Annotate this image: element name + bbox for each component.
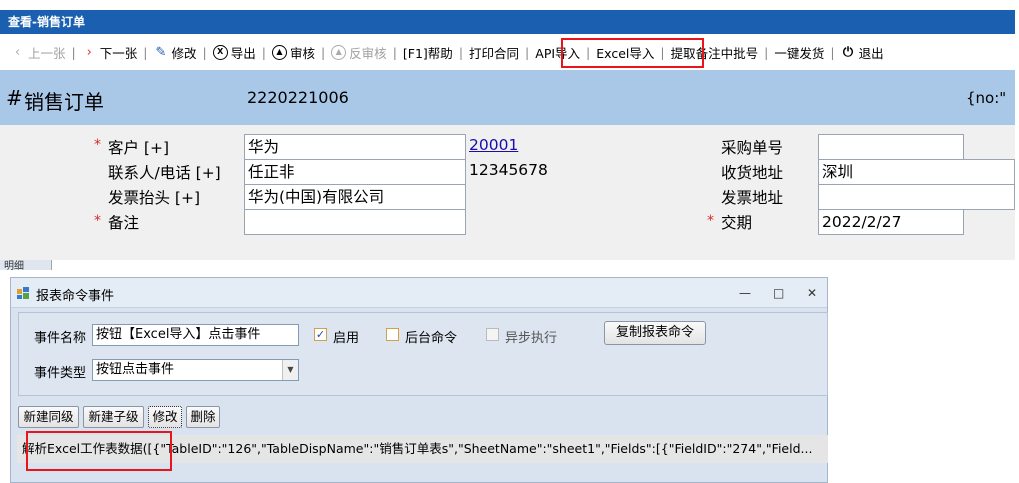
page-title: 销售订单 xyxy=(24,90,104,114)
export-icon: X xyxy=(212,44,228,60)
grid-app-icon xyxy=(17,287,29,299)
customer-field[interactable]: 华为 xyxy=(244,134,466,160)
dialog-title: 报表命令事件 xyxy=(36,289,115,304)
prev-button[interactable]: ‹ 上一张 xyxy=(6,43,70,62)
toolbar-separator: | xyxy=(525,44,530,60)
copy-report-command-button[interactable]: 复制报表命令 xyxy=(604,321,706,345)
window-title-bar: 查看-销售订单 xyxy=(0,10,1015,34)
toolbar-separator: | xyxy=(202,44,207,60)
power-icon: ⏻ xyxy=(842,44,854,60)
event-settings-group: 事件名称 按钮【Excel导入】点击事件 ✓ 启用 后台命令 异步执行 复制报表… xyxy=(18,312,828,396)
toolbar-separator: | xyxy=(392,44,397,60)
invoice-title-field[interactable]: 华为(中国)有限公司 xyxy=(244,184,466,210)
invoice-title-label: 发票抬头 [+] xyxy=(108,189,201,207)
minimize-icon[interactable]: — xyxy=(739,286,751,300)
toolbar-separator: | xyxy=(764,44,769,60)
delivery-date-field[interactable]: 2022/2/27 xyxy=(818,209,964,235)
required-mark: * xyxy=(94,213,101,229)
po-number-label: 采购单号 xyxy=(721,139,784,157)
chevron-left-icon: ‹ xyxy=(14,44,21,60)
edit-icon: ✎ xyxy=(155,44,167,60)
window-title: 查看-销售订单 xyxy=(8,15,85,29)
backend-command-label: 后台命令 xyxy=(405,331,458,346)
chevron-right-icon: › xyxy=(86,44,92,60)
customer-label: 客户 [+] xyxy=(108,139,170,157)
invoice-address-label: 发票地址 xyxy=(721,189,784,207)
modify-button[interactable]: 修改 xyxy=(148,406,182,428)
next-button[interactable]: › 下一张 xyxy=(78,43,142,62)
document-header xyxy=(0,70,1015,125)
required-mark: * xyxy=(94,137,101,153)
enable-checkbox[interactable]: ✓ xyxy=(314,328,327,341)
import-highlight xyxy=(561,38,704,68)
one-click-ship-button[interactable]: 一键发货 xyxy=(770,43,828,62)
print-contract-button[interactable]: 打印合同 xyxy=(465,43,523,62)
contact-label: 联系人/电话 [+] xyxy=(108,164,221,182)
tab-detail[interactable]: 明细 xyxy=(0,260,52,270)
async-exec-checkbox[interactable] xyxy=(486,328,499,341)
backend-command-checkbox[interactable] xyxy=(386,328,399,341)
event-type-label: 事件类型 xyxy=(34,366,87,381)
po-number-field[interactable] xyxy=(818,134,964,160)
delivery-date-label: 交期 xyxy=(721,214,753,232)
toolbar-separator: | xyxy=(830,44,835,60)
event-type-select[interactable]: 按钮点击事件 ▼ xyxy=(92,359,299,381)
delete-button[interactable]: 删除 xyxy=(186,406,220,428)
maximize-icon[interactable]: □ xyxy=(773,286,784,300)
event-name-input[interactable]: 按钮【Excel导入】点击事件 xyxy=(92,324,299,346)
enable-label: 启用 xyxy=(333,331,360,346)
remark-field[interactable] xyxy=(244,209,466,235)
customer-code-link[interactable]: 20001 xyxy=(469,136,518,154)
unaudit-button[interactable]: ▲ 反审核 xyxy=(327,43,391,62)
unstamp-icon: ▲ xyxy=(331,44,347,60)
ship-address-field[interactable]: 深圳 xyxy=(818,159,1015,185)
stamp-icon: ▲ xyxy=(271,44,287,60)
contact-field[interactable]: 任正非 xyxy=(244,159,466,185)
help-button[interactable]: [F1]帮助 xyxy=(399,43,457,62)
ship-address-label: 收货地址 xyxy=(721,164,784,182)
header-hash: # xyxy=(6,86,23,110)
new-sibling-button[interactable]: 新建同级 xyxy=(18,406,79,428)
toolbar: ‹ 上一张 | › 下一张 | ✎ 修改 | X 导出 | ▲ 审核 | ▲ 反… xyxy=(0,34,1015,70)
dropdown-arrow-icon[interactable]: ▼ xyxy=(282,360,298,380)
remark-label: 备注 xyxy=(108,214,140,232)
toolbar-separator: | xyxy=(143,44,148,60)
phone-value: 12345678 xyxy=(469,161,548,179)
toolbar-separator: | xyxy=(320,44,326,60)
edit-button[interactable]: ✎ 修改 xyxy=(149,43,200,62)
dialog-title-bar: 报表命令事件 — □ ✕ xyxy=(11,278,827,308)
new-child-button[interactable]: 新建子级 xyxy=(83,406,144,428)
toolbar-separator: | xyxy=(71,44,76,60)
invoice-address-field[interactable] xyxy=(818,184,1015,210)
order-number: 2220221006 xyxy=(247,88,349,107)
toolbar-separator: | xyxy=(261,44,266,60)
exit-button[interactable]: ⏻ 退出 xyxy=(837,43,888,62)
audit-button[interactable]: ▲ 审核 xyxy=(268,43,319,62)
header-right-text: {no:" xyxy=(966,89,1007,107)
export-button[interactable]: X 导出 xyxy=(209,43,260,62)
event-name-label: 事件名称 xyxy=(34,331,87,346)
async-exec-label: 异步执行 xyxy=(505,331,558,346)
toolbar-separator: | xyxy=(458,44,464,60)
required-mark: * xyxy=(707,213,714,229)
close-icon[interactable]: ✕ xyxy=(807,286,817,300)
event-type-value: 按钮点击事件 xyxy=(96,362,175,377)
command-highlight xyxy=(26,431,172,471)
